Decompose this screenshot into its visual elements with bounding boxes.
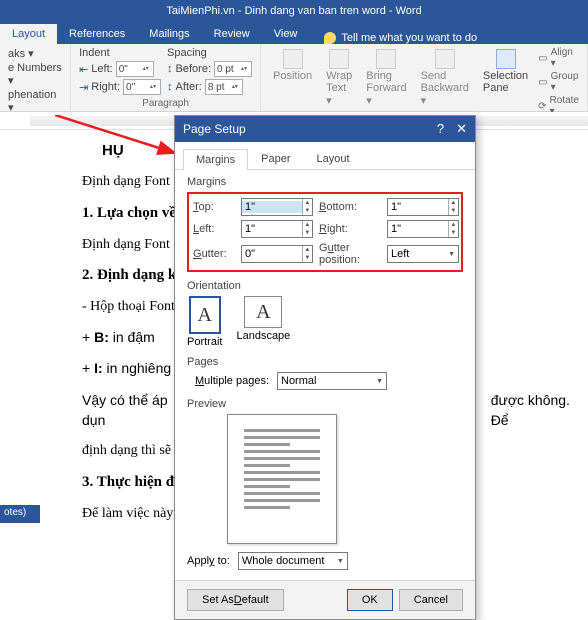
chevron-down-icon: ▼ xyxy=(337,558,344,565)
hyphen-btn[interactable]: phenation ▾ xyxy=(8,89,62,114)
paragraph-label: Paragraph xyxy=(79,98,252,109)
indent-label: Indent xyxy=(79,47,161,59)
chevron-down-icon: ▼ xyxy=(448,251,455,258)
close-icon[interactable]: ✕ xyxy=(456,121,467,137)
orientation-section: Orientation xyxy=(187,280,463,292)
gutterpos-select[interactable]: Left▼ xyxy=(387,245,459,263)
after-icon: ↕ xyxy=(167,81,173,93)
right-label: Right: xyxy=(319,223,381,235)
dialog-titlebar[interactable]: Page Setup ? ✕ xyxy=(175,116,475,142)
tell-me-text: Tell me what you want to do xyxy=(341,32,477,44)
tab-mailings[interactable]: Mailings xyxy=(137,24,201,44)
group-pagesetup-cut: aks ▾ e Numbers ▾ phenation ▾ xyxy=(0,44,71,111)
cancel-button[interactable]: Cancel xyxy=(399,589,463,611)
indent-right-icon: ⇥ xyxy=(79,81,88,94)
dialog-tabs: Margins Paper Layout xyxy=(175,142,475,170)
set-default-btn[interactable]: Set As Default xyxy=(187,589,284,611)
dialog-title: Page Setup xyxy=(183,122,246,136)
highlighted-margins: Top: ▲▼ Bottom: ▲▼ Left: ▲▼ Right: ▲▼ Gu… xyxy=(187,192,463,272)
tab-references[interactable]: References xyxy=(57,24,137,44)
bulb-icon xyxy=(324,32,336,44)
app-title: TaiMienPhi.vn - Dinh dang van ban tren w… xyxy=(166,5,421,17)
multipages-label: Multiple pages: xyxy=(195,375,269,387)
left-input[interactable]: ▲▼ xyxy=(241,220,313,238)
selpane-btn[interactable]: Selection Pane xyxy=(479,47,532,117)
ok-button[interactable]: OK xyxy=(347,589,393,611)
spacing-before[interactable]: 0 pt▴▾ xyxy=(214,61,252,77)
before-icon: ↕ xyxy=(167,63,173,75)
send-btn[interactable]: Send Backward ▾ xyxy=(417,47,473,117)
spacing-label: Spacing xyxy=(167,47,252,59)
top-input[interactable]: ▲▼ xyxy=(241,198,313,216)
bottom-input[interactable]: ▲▼ xyxy=(387,198,459,216)
margins-section: Margins xyxy=(187,176,463,188)
spacing-after[interactable]: 8 pt▴▾ xyxy=(205,79,243,95)
indent-right[interactable]: 0"▴▾ xyxy=(123,79,161,95)
group-paragraph: Indent ⇤Left:0"▴▾ ⇥Right:0"▴▾ Spacing ↕B… xyxy=(71,44,261,111)
position-btn[interactable]: Position xyxy=(269,47,316,117)
tab-layout[interactable]: Layout xyxy=(0,24,57,44)
left-label: Left: xyxy=(193,223,235,235)
indent-left-icon: ⇤ xyxy=(79,63,88,76)
preview-section: Preview xyxy=(187,398,463,410)
breaks-btn[interactable]: aks ▾ xyxy=(8,47,62,60)
dtab-paper[interactable]: Paper xyxy=(248,148,303,169)
applyto-select[interactable]: Whole document▼ xyxy=(238,552,348,570)
dtab-layout[interactable]: Layout xyxy=(303,148,362,169)
right-input[interactable]: ▲▼ xyxy=(387,220,459,238)
landscape-btn[interactable]: ALandscape xyxy=(236,296,290,348)
tell-me[interactable]: Tell me what you want to do xyxy=(324,32,477,44)
gutter-label: Gutter: xyxy=(193,248,235,260)
portrait-btn[interactable]: APortrait xyxy=(187,296,222,348)
group-arrange: Position Wrap Text ▾ Bring Forward ▾ Sen… xyxy=(261,44,588,111)
linenum-btn[interactable]: e Numbers ▾ xyxy=(8,62,62,87)
titlebar: TaiMienPhi.vn - Dinh dang van ban tren w… xyxy=(0,0,588,22)
spin-up-icon[interactable]: ▲ xyxy=(303,199,312,207)
chevron-down-icon: ▼ xyxy=(376,378,383,385)
tab-view[interactable]: View xyxy=(262,24,310,44)
applyto-label: Apply to: xyxy=(187,555,230,567)
page-setup-dialog: Page Setup ? ✕ Margins Paper Layout Marg… xyxy=(174,115,476,620)
multipages-select[interactable]: Normal▼ xyxy=(277,372,387,390)
dtab-margins[interactable]: Margins xyxy=(183,149,248,170)
pages-section: Pages xyxy=(187,356,463,368)
spin-down-icon[interactable]: ▼ xyxy=(303,207,312,215)
help-icon[interactable]: ? xyxy=(437,121,444,137)
gutter-input[interactable]: ▲▼ xyxy=(241,245,313,263)
wrap-btn[interactable]: Wrap Text ▾ xyxy=(322,47,356,117)
ribbon-tabs: Layout References Mailings Review View T… xyxy=(0,22,588,44)
top-label: Top: xyxy=(193,201,235,213)
ribbon: aks ▾ e Numbers ▾ phenation ▾ Indent ⇤Le… xyxy=(0,44,588,112)
align-btn[interactable]: ▭ Align ▾ xyxy=(538,47,579,69)
tab-review[interactable]: Review xyxy=(202,24,262,44)
gutterpos-label: Gutter position: xyxy=(319,242,381,266)
preview-box xyxy=(227,414,337,544)
indent-left[interactable]: 0"▴▾ xyxy=(116,61,154,77)
group-btn[interactable]: ▭ Group ▾ xyxy=(538,71,579,93)
status-bar: otes) xyxy=(0,505,40,523)
bring-btn[interactable]: Bring Forward ▾ xyxy=(362,47,410,117)
bottom-label: Bottom: xyxy=(319,201,381,213)
